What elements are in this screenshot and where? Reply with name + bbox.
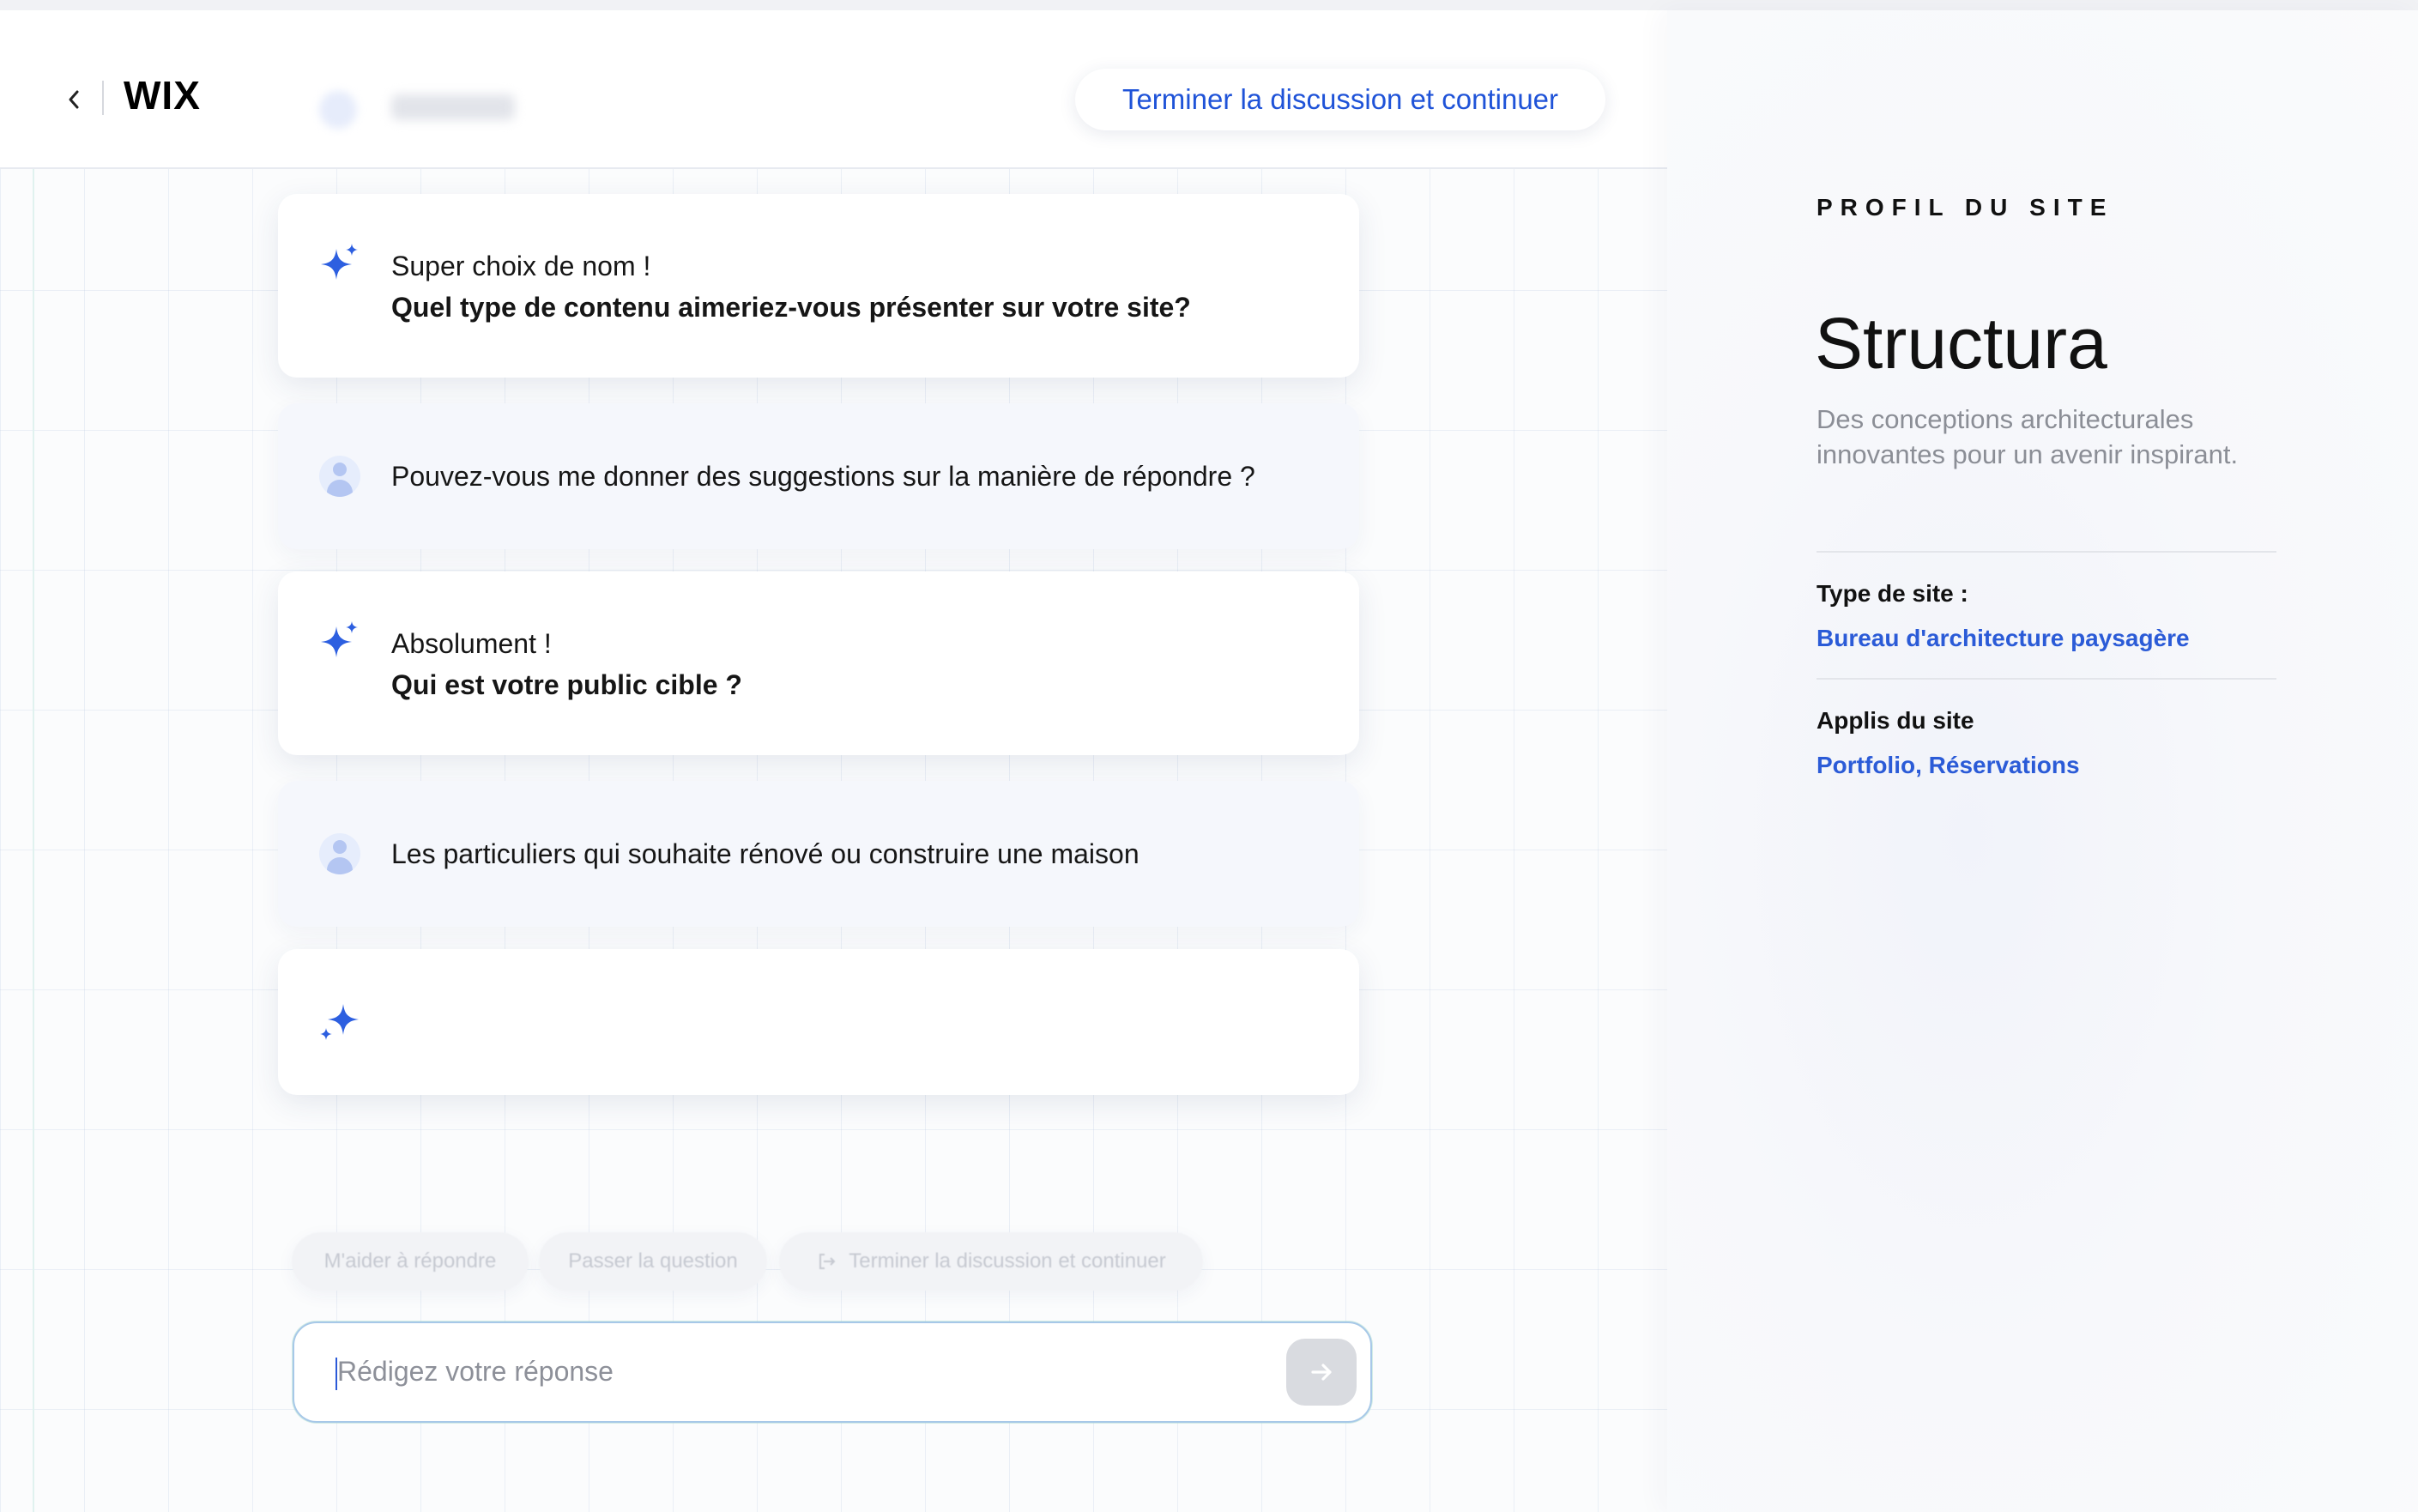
message-line: Super choix de nom ! <box>391 251 651 281</box>
site-apps-value[interactable]: Portfolio, Réservations <box>1817 752 2080 779</box>
wix-logo[interactable]: WIX <box>124 72 201 118</box>
site-type-label: Type de site : <box>1817 580 1968 607</box>
site-apps-label: Applis du site <box>1817 707 1974 734</box>
user-avatar-icon <box>319 833 360 874</box>
assistant-message: Super choix de nom ! Quel type de conten… <box>278 194 1359 378</box>
message-question: Quel type de contenu aimeriez-vous prése… <box>391 292 1191 323</box>
sparkle-icon <box>321 621 358 657</box>
message-text: Pouvez-vous me donner des suggestions su… <box>391 461 1255 492</box>
back-button[interactable] <box>57 76 91 124</box>
site-tagline: Des conceptions architecturales innovant… <box>1817 404 2239 469</box>
end-discussion-chip[interactable]: Terminer la discussion et continuer <box>779 1232 1203 1291</box>
ghost-title <box>391 94 515 120</box>
header: WIX Terminer la discussion et continuer <box>0 10 1667 169</box>
assistant-message: Absolument ! Qui est votre public cible … <box>278 572 1359 755</box>
sparkle-icon <box>320 1004 359 1040</box>
top-stripe <box>0 0 2418 10</box>
message-line: Absolument ! <box>391 628 552 659</box>
assistant-message-typing <box>278 949 1359 1095</box>
message-text: Absolument ! Qui est votre public cible … <box>391 623 1308 705</box>
divider <box>1817 678 2276 680</box>
chip-label: Passer la question <box>568 1249 738 1273</box>
skip-question-chip[interactable]: Passer la question <box>539 1232 767 1291</box>
message-text: Super choix de nom ! Quel type de conten… <box>391 245 1308 328</box>
message-text: Les particuliers qui souhaite rénové ou … <box>391 838 1139 869</box>
header-divider <box>102 81 104 115</box>
divider <box>1817 551 2276 553</box>
ghost-avatar <box>319 91 357 129</box>
grid-accent-line <box>33 168 34 1512</box>
chevron-left-icon <box>69 90 79 109</box>
end-discussion-button[interactable]: Terminer la discussion et continuer <box>1075 69 1605 130</box>
chip-label: M'aider à répondre <box>323 1249 497 1273</box>
help-answer-chip[interactable]: M'aider à répondre <box>292 1232 529 1291</box>
reply-input[interactable]: Rédigez votre réponse <box>293 1321 1372 1423</box>
reply-input-placeholder: Rédigez votre réponse <box>337 1356 614 1387</box>
profile-section-label: PROFIL DU SITE <box>1817 194 2114 221</box>
message-question: Qui est votre public cible ? <box>391 669 742 700</box>
site-type-value[interactable]: Bureau d'architecture paysagère <box>1817 625 2190 652</box>
arrow-right-icon <box>1311 1364 1332 1381</box>
send-button[interactable] <box>1286 1339 1357 1406</box>
user-message: Les particuliers qui souhaite rénové ou … <box>278 781 1359 927</box>
user-message: Pouvez-vous me donner des suggestions su… <box>278 403 1359 549</box>
site-name: Structura <box>1815 303 2107 384</box>
exit-icon <box>819 1254 836 1269</box>
sparkle-icon <box>321 244 358 280</box>
user-avatar-icon <box>319 456 360 497</box>
chip-label: Terminer la discussion et continuer <box>849 1249 1166 1273</box>
